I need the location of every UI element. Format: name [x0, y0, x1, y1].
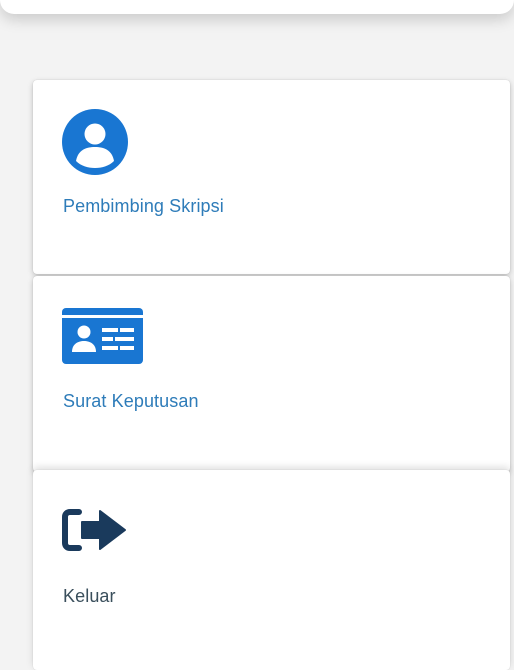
- sign-out-icon: [62, 509, 126, 551]
- menu-item-keluar[interactable]: Keluar: [33, 470, 510, 670]
- menu-item-surat-keputusan[interactable]: Surat Keputusan: [33, 276, 510, 472]
- id-card-icon: [62, 308, 143, 364]
- menu-item-label: Surat Keputusan: [63, 391, 199, 411]
- top-header-card: [0, 0, 514, 14]
- menu-item-label: Pembimbing Skripsi: [63, 196, 224, 216]
- user-circle-icon: [62, 109, 128, 175]
- menu-item-pembimbing-skripsi[interactable]: Pembimbing Skripsi: [33, 80, 510, 274]
- menu-item-label: Keluar: [63, 586, 116, 606]
